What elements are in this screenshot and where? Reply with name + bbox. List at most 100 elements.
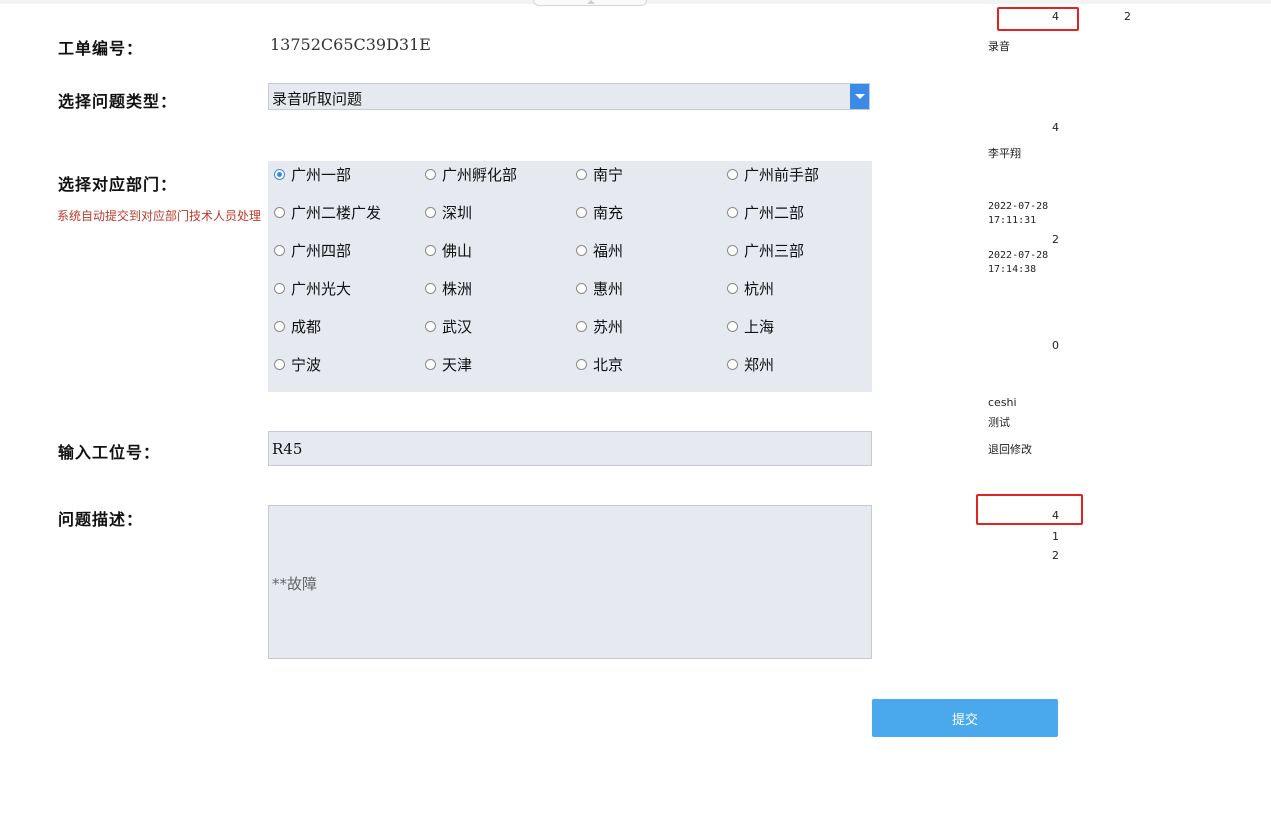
- department-option[interactable]: 南充: [576, 202, 623, 223]
- radio-button[interactable]: [727, 321, 738, 332]
- department-option[interactable]: 天津: [425, 354, 472, 375]
- department-option[interactable]: 深圳: [425, 202, 472, 223]
- department-option-label: 成都: [291, 318, 322, 336]
- department-option-label: 南宁: [593, 166, 624, 184]
- radio-button[interactable]: [274, 321, 285, 332]
- side-value: 2: [1124, 10, 1131, 23]
- radio-button[interactable]: [576, 245, 587, 256]
- department-option-label: 苏州: [593, 318, 624, 336]
- radio-button[interactable]: [425, 283, 436, 294]
- department-option[interactable]: 惠州: [576, 278, 623, 299]
- side-value: 4: [1052, 10, 1059, 23]
- chevron-down-icon[interactable]: [850, 84, 869, 109]
- side-time: 17:11:31: [988, 215, 1037, 226]
- radio-button[interactable]: [727, 283, 738, 294]
- radio-button[interactable]: [727, 207, 738, 218]
- department-option-label: 上海: [744, 318, 775, 336]
- side-value: 4: [1052, 509, 1059, 522]
- department-label: 选择对应部门：: [58, 175, 178, 194]
- side-action: 退回修改: [988, 443, 1032, 456]
- station-input[interactable]: R45: [268, 431, 872, 466]
- radio-button[interactable]: [425, 359, 436, 370]
- department-option[interactable]: 杭州: [727, 278, 774, 299]
- department-option[interactable]: 广州一部: [274, 164, 351, 185]
- department-option-label: 广州孵化部: [442, 166, 518, 184]
- radio-button[interactable]: [274, 359, 285, 370]
- side-time: 17:14:38: [988, 264, 1037, 275]
- department-option[interactable]: 广州前手部: [727, 164, 819, 185]
- department-option-label: 广州二部: [744, 204, 805, 222]
- side-user: ceshi: [988, 396, 1017, 409]
- department-option[interactable]: 成都: [274, 316, 321, 337]
- side-value: 2: [1052, 233, 1059, 246]
- side-date: 2022-07-28: [988, 250, 1049, 261]
- department-option-label: 惠州: [593, 280, 624, 298]
- department-radio-group: 广州一部 广州孵化部 南宁 广州前手部 广州二楼广发 深圳 南充 广州二部 广州四部 佛山 福州 广州…: [268, 161, 872, 392]
- radio-button[interactable]: [576, 207, 587, 218]
- department-option-label: 广州前手部: [744, 166, 820, 184]
- description-label: 问题描述：: [58, 510, 144, 529]
- department-option-label: 广州光大: [291, 280, 352, 298]
- department-option-label: 郑州: [744, 356, 775, 374]
- order-no-label: 工单编号：: [58, 39, 144, 58]
- radio-button[interactable]: [425, 321, 436, 332]
- department-option-label: 深圳: [442, 204, 473, 222]
- radio-button[interactable]: [274, 207, 285, 218]
- department-option[interactable]: 苏州: [576, 316, 623, 337]
- radio-button[interactable]: [425, 245, 436, 256]
- department-option-label: 广州四部: [291, 242, 352, 260]
- submit-button[interactable]: 提交: [872, 699, 1058, 737]
- department-option[interactable]: 福州: [576, 240, 623, 261]
- radio-button[interactable]: [425, 207, 436, 218]
- station-label: 输入工位号：: [58, 443, 161, 462]
- department-option[interactable]: 南宁: [576, 164, 623, 185]
- side-text: 测试: [988, 416, 1010, 429]
- highlight-box: [976, 494, 1083, 525]
- department-option[interactable]: 广州三部: [727, 240, 804, 261]
- radio-button[interactable]: [274, 283, 285, 294]
- radio-button[interactable]: [274, 169, 285, 180]
- department-option-label: 佛山: [442, 242, 473, 260]
- description-textarea[interactable]: **故障: [268, 505, 872, 659]
- department-option[interactable]: 佛山: [425, 240, 472, 261]
- department-option-label: 武汉: [442, 318, 473, 336]
- department-option-label: 天津: [442, 356, 473, 374]
- department-option-label: 宁波: [291, 356, 322, 374]
- radio-button[interactable]: [274, 245, 285, 256]
- side-value: 1: [1052, 530, 1059, 543]
- highlight-box: [997, 7, 1079, 31]
- department-option-label: 杭州: [744, 280, 775, 298]
- issue-type-label: 选择问题类型：: [58, 92, 178, 111]
- radio-button[interactable]: [727, 245, 738, 256]
- radio-button[interactable]: [576, 169, 587, 180]
- department-option[interactable]: 上海: [727, 316, 774, 337]
- department-option[interactable]: 北京: [576, 354, 623, 375]
- collapse-handle[interactable]: [533, 0, 647, 6]
- issue-type-select[interactable]: 录音听取问题: [268, 83, 870, 110]
- department-option[interactable]: 郑州: [727, 354, 774, 375]
- radio-button[interactable]: [727, 359, 738, 370]
- radio-button[interactable]: [576, 321, 587, 332]
- department-option-label: 南充: [593, 204, 624, 222]
- radio-button[interactable]: [727, 169, 738, 180]
- department-option[interactable]: 广州二楼广发: [274, 202, 381, 223]
- side-value: 0: [1052, 339, 1059, 352]
- department-option-label: 广州二楼广发: [291, 204, 382, 222]
- radio-button[interactable]: [576, 359, 587, 370]
- side-text: 录音: [988, 40, 1010, 53]
- department-option-label: 北京: [593, 356, 624, 374]
- department-option-label: 株洲: [442, 280, 473, 298]
- department-option[interactable]: 广州四部: [274, 240, 351, 261]
- department-option[interactable]: 宁波: [274, 354, 321, 375]
- radio-button[interactable]: [576, 283, 587, 294]
- department-option[interactable]: 广州孵化部: [425, 164, 517, 185]
- department-option[interactable]: 武汉: [425, 316, 472, 337]
- department-option-label: 广州一部: [291, 166, 352, 184]
- radio-button[interactable]: [425, 169, 436, 180]
- department-hint: 系统自动提交到对应部门技术人员处理: [57, 209, 262, 223]
- department-option-label: 福州: [593, 242, 624, 260]
- department-option[interactable]: 广州二部: [727, 202, 804, 223]
- station-input-value: R45: [272, 440, 303, 458]
- department-option[interactable]: 株洲: [425, 278, 472, 299]
- department-option[interactable]: 广州光大: [274, 278, 351, 299]
